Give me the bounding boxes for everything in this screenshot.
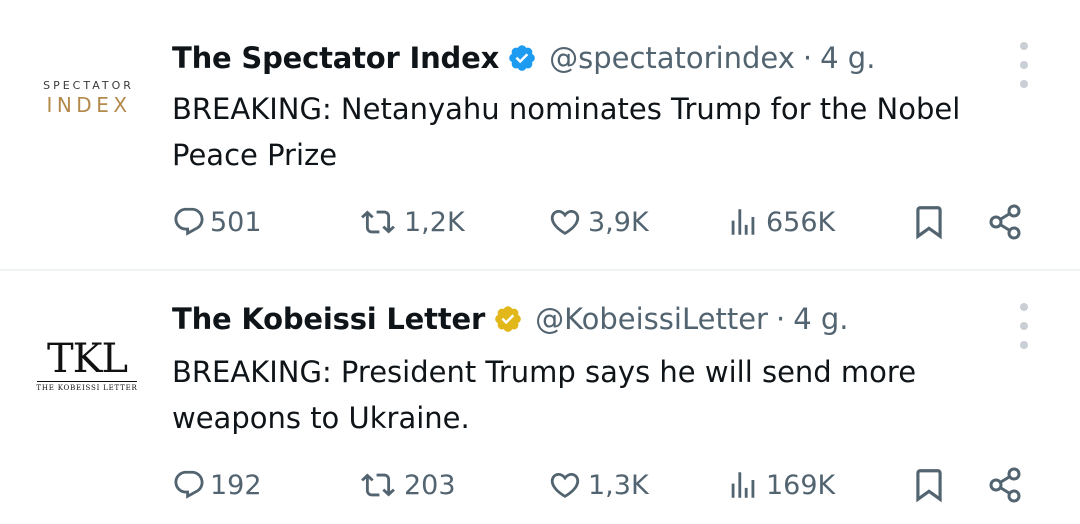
tweet-text: BREAKING: President Trump says he will s… [172, 355, 917, 435]
repost-button[interactable]: 203 [356, 463, 456, 507]
repost-button[interactable]: 1,2K [356, 200, 465, 244]
display-name[interactable]: The Kobeissi Letter [172, 302, 485, 336]
avatar-logo-bottom: THE KOBEISSI LETTER [36, 383, 138, 392]
tweet-header: The Spectator Index @spectatorindex · 4 … [172, 38, 875, 78]
share-icon [989, 204, 1021, 240]
handle[interactable]: @spectatorindex [549, 41, 795, 75]
share-button[interactable] [986, 463, 1026, 507]
views-icon [731, 472, 755, 498]
views-icon [731, 209, 755, 235]
separator-dot: · [775, 302, 786, 336]
timestamp[interactable]: 4 g. [793, 302, 848, 336]
tweet[interactable]: TKL THE KOBEISSI LETTER The Kobeissi Let… [0, 271, 1080, 524]
display-name[interactable]: The Spectator Index [172, 41, 499, 75]
like-count: 1,3K [588, 469, 649, 501]
like-count: 3,9K [588, 206, 649, 238]
avatar[interactable]: SPECTATOR INDEX [30, 58, 144, 138]
views-count: 656K [766, 206, 836, 238]
reply-icon [174, 207, 204, 236]
reply-button[interactable]: 501 [172, 200, 262, 244]
verified-badge-icon[interactable] [507, 43, 537, 73]
repost-count: 1,2K [404, 206, 465, 238]
reply-icon [174, 470, 204, 499]
repost-icon [361, 473, 395, 497]
like-icon [550, 209, 580, 235]
like-button[interactable]: 1,3K [546, 463, 649, 507]
tweet[interactable]: SPECTATOR INDEX The Spectator Index @spe… [0, 0, 1080, 270]
repost-icon [361, 210, 395, 234]
avatar[interactable]: TKL THE KOBEISSI LETTER [30, 325, 144, 405]
tweet-actions: 501 1,2K 3,9K 656K [0, 200, 1080, 244]
tweet-header: The Kobeissi Letter @KobeissiLetter · 4 … [172, 299, 848, 339]
reply-count: 192 [210, 469, 262, 501]
avatar-logo-bottom: INDEX [46, 93, 132, 117]
views-button[interactable]: 656K [724, 200, 835, 244]
avatar-logo-top: SPECTATOR [43, 79, 134, 92]
repost-count: 203 [404, 469, 456, 501]
reply-button[interactable]: 192 [172, 463, 262, 507]
bookmark-icon [916, 206, 942, 240]
bookmark-icon [916, 469, 942, 503]
timeline-feed: SPECTATOR INDEX The Spectator Index @spe… [0, 0, 1080, 524]
more-options-icon[interactable] [1012, 303, 1036, 349]
more-options-icon[interactable] [1012, 42, 1036, 88]
views-count: 169K [766, 469, 836, 501]
separator-dot: · [802, 41, 813, 75]
views-button[interactable]: 169K [724, 463, 835, 507]
like-icon [550, 472, 580, 498]
share-button[interactable] [986, 200, 1026, 244]
bookmark-button[interactable] [910, 463, 948, 507]
share-icon [989, 467, 1021, 503]
bookmark-button[interactable] [910, 200, 948, 244]
avatar-logo-top: TKL [46, 335, 128, 382]
like-button[interactable]: 3,9K [546, 200, 649, 244]
tweet-text: BREAKING: Netanyahu nominates Trump for … [172, 92, 961, 172]
tweet-actions: 192 203 1,3K 169K [0, 463, 1080, 507]
timestamp[interactable]: 4 g. [820, 41, 875, 75]
verified-badge-icon[interactable] [493, 304, 523, 334]
handle[interactable]: @KobeissiLetter [535, 302, 768, 336]
reply-count: 501 [210, 206, 262, 238]
avatar-logo-rule [37, 380, 137, 382]
